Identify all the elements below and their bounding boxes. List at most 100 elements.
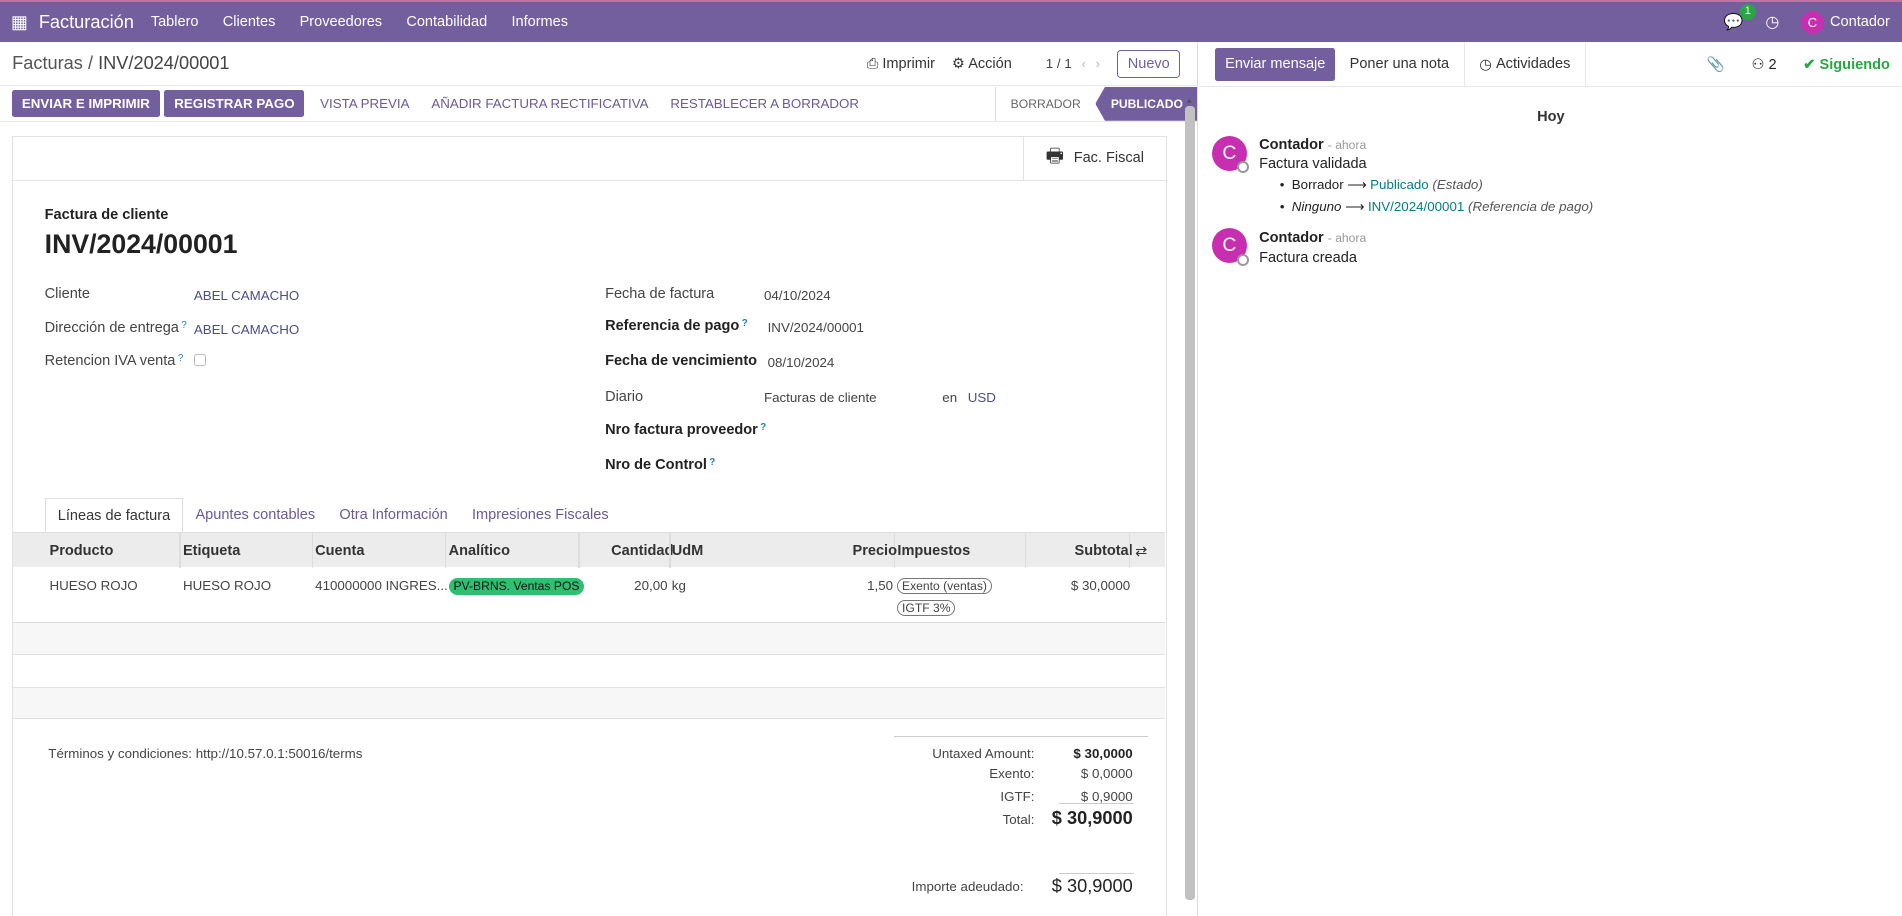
due-value: $ 30,9000 [1051,875,1133,896]
menu-contabilidad[interactable]: Contabilidad [406,14,487,30]
chat-messages-icon[interactable]: 💬 1 [1724,3,1756,32]
print-icon: ⎙ [866,55,879,72]
tax-tag-exento[interactable]: Exento (ventas) [897,578,992,595]
menu-proveedores[interactable]: Proveedores [300,14,382,30]
menu-informes[interactable]: Informes [511,14,568,30]
state-draft[interactable]: BORRADOR [995,86,1095,121]
line-cuenta[interactable]: 410000000 INGRES... [315,578,448,593]
empty-row [13,623,1166,655]
tab-impresiones[interactable]: Impresiones Fiscales [460,498,621,533]
fiscal-print-button[interactable]: 🖶 Fac. Fiscal [1022,136,1166,180]
tax-tag-igtf[interactable]: IGTF 3% [897,600,956,617]
send-print-button[interactable]: ENVIAR E IMPRIMIR [12,90,160,118]
paperclip-icon[interactable]: 📎 [1707,56,1725,73]
line-producto[interactable]: HUESO ROJO [50,578,138,593]
vencimiento-field[interactable]: 08/10/2024 [768,355,835,370]
log-note-button[interactable]: Poner una nota [1335,42,1464,87]
tab-otra-info[interactable]: Otra Información [327,498,460,533]
help-icon: ? [741,317,748,329]
cliente-field[interactable]: ABEL CAMACHO [194,288,299,303]
direccion-field[interactable]: ABEL CAMACHO [194,322,299,337]
action-button[interactable]: ⚙ Acción [952,55,1012,72]
retencion-checkbox[interactable] [193,353,206,367]
user-menu[interactable]: C Contador [1800,10,1890,34]
col-subtotal[interactable]: Subtotal [1075,543,1133,559]
avatar[interactable]: C [1211,135,1250,174]
send-message-button[interactable]: Enviar mensaje [1215,47,1336,81]
nro-proveedor-label: Nro factura proveedor? [605,421,767,438]
state-posted[interactable]: PUBLICADO [1095,86,1198,121]
followers-button[interactable]: ⚇ 2 [1751,56,1776,73]
print-label: Imprimir [882,55,935,72]
scroll-up-icon[interactable]: ▲ [1185,95,1193,105]
menu-clientes[interactable]: Clientes [223,14,276,30]
col-udm[interactable]: UdM [672,543,704,559]
register-payment-button[interactable]: REGISTRAR PAGO [164,90,305,118]
breadcrumb-parent[interactable]: Facturas [12,53,83,73]
col-analitico[interactable]: Analítico [449,543,510,559]
line-precio[interactable]: 1,50 [867,578,893,593]
message-time: - ahora [1327,138,1367,153]
tab-lineas[interactable]: Líneas de factura [44,498,184,534]
chevron-right-icon[interactable]: › [1096,56,1100,71]
col-precio[interactable]: Precio [853,543,897,559]
line-etiqueta[interactable]: HUESO ROJO [183,578,271,593]
igtf-label: IGTF: [1000,789,1035,805]
preview-button[interactable]: VISTA PREVIA [309,90,420,117]
avatar[interactable]: C [1211,228,1250,266]
empty-row [13,656,1166,688]
cliente-label: Cliente [44,286,90,303]
untaxed-value: $ 30,0000 [1073,745,1133,761]
fiscal-label: Fac. Fiscal [1073,150,1145,167]
fecha-label: Fecha de factura [605,286,715,303]
tab-apuntes[interactable]: Apuntes contables [183,498,327,533]
message-author: Contador - ahora [1259,230,1367,247]
activities-button[interactable]: ◷ Actividades [1463,41,1586,87]
arrow-right-icon: ⟶ [1345,198,1365,214]
tracking-change: • Ninguno ⟶ INV/2024/00001 (Referencia d… [1279,198,1594,214]
apps-menu-icon[interactable]: ▦ [0,12,39,33]
new-button[interactable]: Nuevo [1117,49,1181,78]
table-row[interactable]: HUESO ROJO HUESO ROJO 410000000 INGRES..… [13,567,1166,624]
form-scrollbar[interactable]: ▲ [1184,91,1196,916]
fecha-field[interactable]: 04/10/2024 [764,288,831,303]
referencia-label: Referencia de pago? [605,317,748,334]
col-impuestos[interactable]: Impuestos [897,543,970,559]
terms-conditions: Términos y condiciones: http://10.57.0.1… [48,745,363,761]
col-etiqueta[interactable]: Etiqueta [183,543,240,559]
chevron-left-icon[interactable]: ‹ [1081,56,1085,71]
reset-draft-button[interactable]: RESTABLECER A BORRADOR [659,90,869,117]
activity-clock-icon[interactable]: ◷ [1765,12,1779,32]
analytic-tag[interactable]: PV-BRNS. Ventas POS [448,578,585,595]
print-button[interactable]: ⎙ Imprimir [867,56,935,72]
line-subtotal: $ 30,0000 [1070,578,1131,594]
help-icon: ? [177,352,184,364]
menu-tablero[interactable]: Tablero [151,14,199,30]
day-separator: Hoy [1537,109,1565,126]
line-cantidad[interactable]: 20,00 [634,578,667,593]
col-cantidad[interactable]: Cantidad [611,543,673,559]
app-name[interactable]: Facturación [39,12,134,33]
pager-value[interactable]: 1 / 1 [1046,56,1072,71]
scrollbar-thumb[interactable] [1185,105,1195,901]
help-icon: ? [181,320,187,331]
credit-note-button[interactable]: AÑADIR FACTURA RECTIFICATIVA [420,90,659,117]
user-name: Contador [1830,14,1890,31]
top-navbar: ▦ Facturación Tablero Clientes Proveedor… [0,0,1902,43]
message-body: Factura creada [1259,249,1357,266]
following-button[interactable]: ✔ Siguiendo [1803,56,1890,73]
col-producto[interactable]: Producto [50,543,114,559]
line-udm[interactable]: kg [672,578,686,593]
breadcrumb-current: INV/2024/00001 [98,53,230,74]
col-cuenta[interactable]: Cuenta [315,543,364,559]
currency-field[interactable]: USD [968,390,996,405]
user-icon: ⚇ [1751,56,1765,73]
form-area: Facturas / INV/2024/00001 ⎙ Imprimir ⚙ A… [0,42,1199,916]
state-pipeline: BORRADOR PUBLICADO [995,86,1198,121]
referencia-field[interactable]: INV/2024/00001 [768,320,864,335]
diario-field[interactable]: Facturas de cliente [764,390,877,405]
pager: 1 / 1 ‹ › [1046,56,1100,71]
help-icon: ? [760,421,767,433]
optional-columns-icon[interactable]: ⇄ [1135,543,1147,560]
untaxed-label: Untaxed Amount: [932,745,1035,761]
